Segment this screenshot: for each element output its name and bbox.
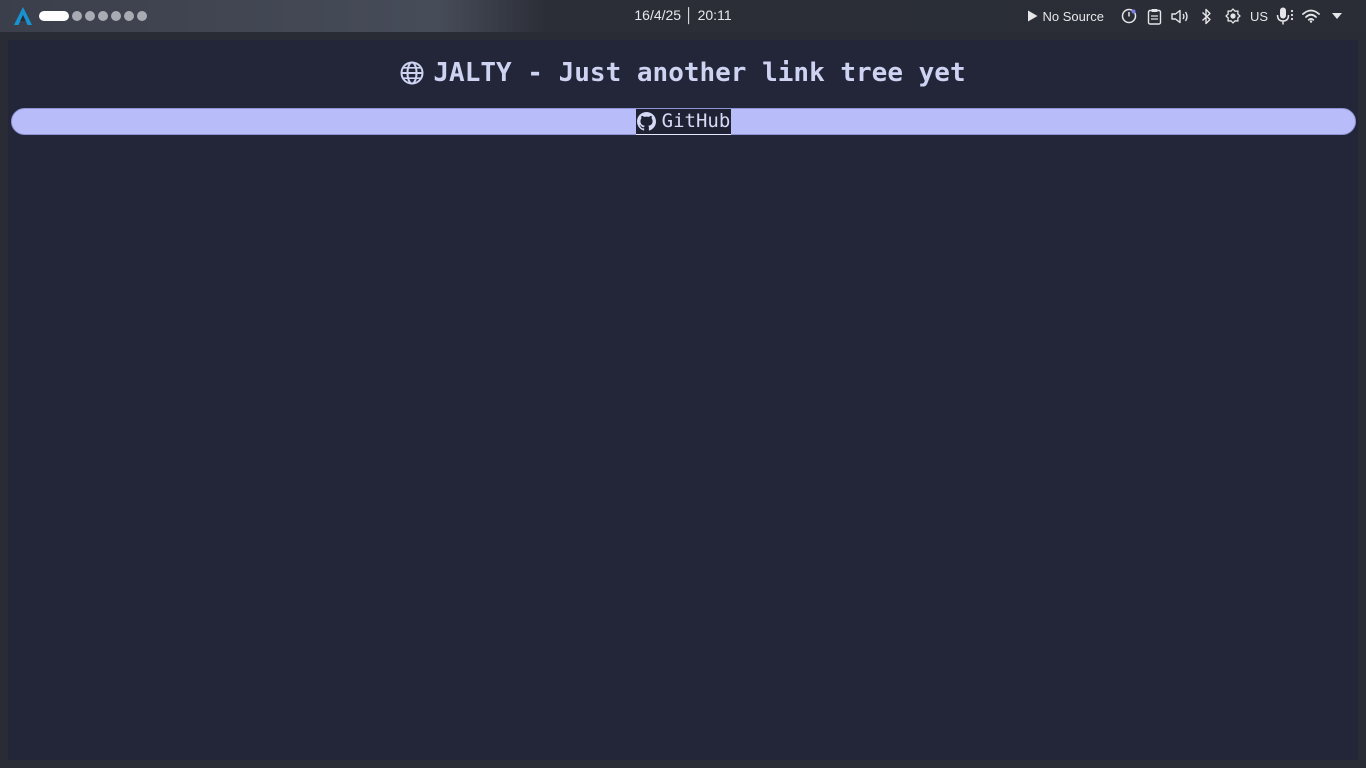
panel-right: No Source US: [1027, 4, 1350, 28]
brightness-icon[interactable]: [1220, 4, 1246, 28]
volume-icon[interactable]: [1168, 4, 1194, 28]
clock[interactable]: 16/4/25 │ 20:11: [634, 7, 731, 23]
keyboard-layout[interactable]: US: [1246, 9, 1272, 24]
link-tree-page: JALTY - Just another link tree yet GitHu…: [8, 40, 1358, 760]
arch-logo-icon[interactable]: [12, 6, 34, 26]
workspace-2[interactable]: [72, 11, 82, 21]
play-icon: [1027, 10, 1038, 22]
globe-icon: [400, 61, 424, 85]
clipboard-icon[interactable]: [1142, 4, 1168, 28]
page-title-text: JALTY - Just another link tree yet: [433, 58, 966, 88]
media-label: No Source: [1042, 8, 1104, 24]
github-link[interactable]: GitHub: [11, 108, 1356, 135]
panel-left: [12, 6, 150, 26]
page-title: JALTY - Just another link tree yet: [8, 58, 1358, 88]
workspace-5[interactable]: [111, 11, 121, 21]
media-player[interactable]: No Source: [1027, 9, 1104, 24]
top-panel: 16/4/25 │ 20:11 No Source US: [0, 0, 1366, 32]
bluetooth-icon[interactable]: [1194, 4, 1220, 28]
workspace-6[interactable]: [124, 11, 134, 21]
workspace-indicators: [39, 11, 150, 21]
github-link-label-wrap[interactable]: GitHub: [635, 108, 732, 135]
microphone-icon[interactable]: [1272, 4, 1298, 28]
dropdown-icon[interactable]: [1324, 4, 1350, 28]
workspace-7[interactable]: [137, 11, 147, 21]
github-link-label: GitHub: [661, 110, 731, 132]
wifi-icon[interactable]: [1298, 4, 1324, 28]
github-icon: [636, 111, 656, 131]
power-icon[interactable]: [1116, 4, 1142, 28]
workspace-3[interactable]: [85, 11, 95, 21]
workspace-1[interactable]: [39, 11, 69, 21]
workspace-4[interactable]: [98, 11, 108, 21]
